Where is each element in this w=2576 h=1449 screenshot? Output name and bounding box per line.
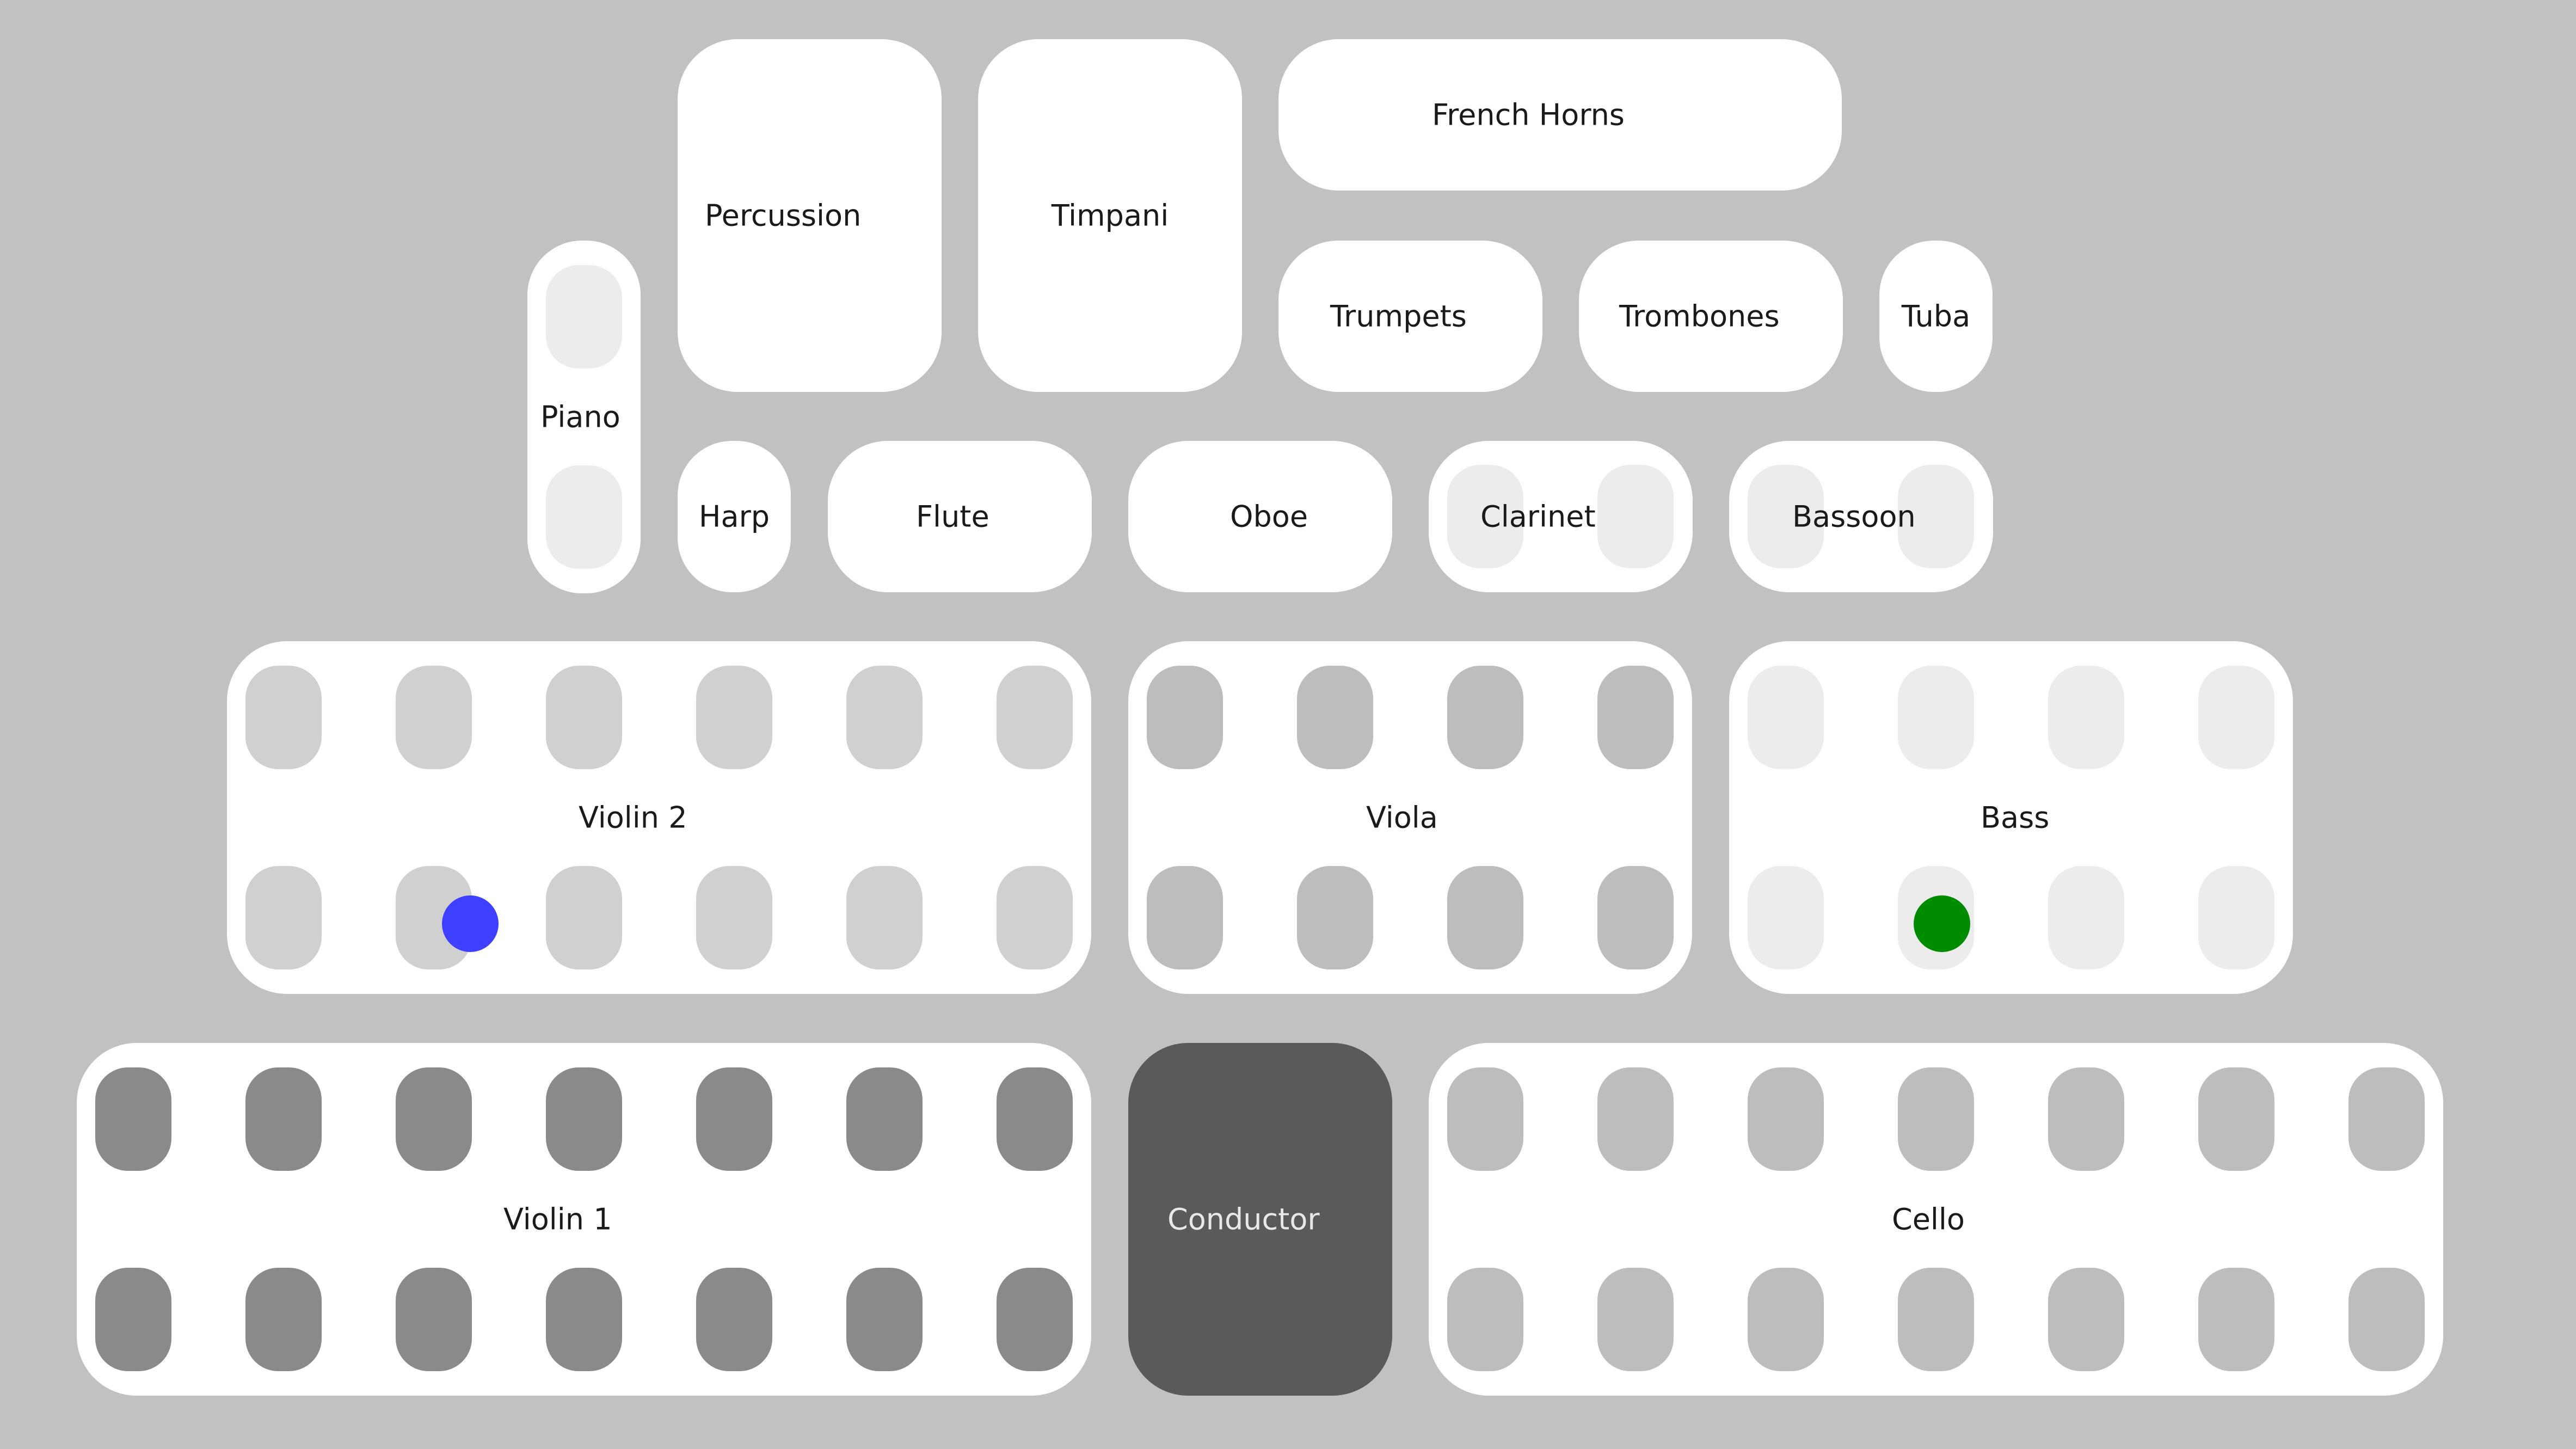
section-flute[interactable]: Flute [828,441,1092,592]
seat-bassoon-2[interactable] [1898,465,1974,568]
seat-violin1-r1-4[interactable] [546,1067,622,1171]
seat-viola-r2-4[interactable] [1597,866,1674,969]
section-clarinet[interactable]: Clarinet [1429,441,1693,592]
seat-cello-r2-1[interactable] [1447,1268,1523,1371]
section-harp[interactable]: Harp [678,441,791,592]
seat-violin2-r2-4[interactable] [696,866,772,969]
seat-piano-2[interactable] [546,465,622,569]
seat-cello-r2-7[interactable] [2348,1268,2425,1371]
seat-cello-r1-6[interactable] [2198,1067,2274,1171]
seat-violin1-r2-1[interactable] [95,1268,171,1371]
seat-cello-r1-3[interactable] [1748,1067,1824,1171]
seat-cello-r1-4[interactable] [1898,1067,1974,1171]
seat-cello-r1-7[interactable] [2348,1067,2425,1171]
seat-violin1-r1-5[interactable] [696,1067,772,1171]
section-trombones[interactable]: Trombones [1579,241,1843,392]
seat-viola-r2-3[interactable] [1447,866,1523,969]
seat-bass-r1-1[interactable] [1748,666,1824,769]
seat-violin2-r1-4[interactable] [696,666,772,769]
seat-cello-r1-5[interactable] [2048,1067,2124,1171]
seat-violin1-r2-5[interactable] [696,1268,772,1371]
seat-violin2-r2-6[interactable] [997,866,1073,969]
seat-bassoon-1[interactable] [1748,465,1824,568]
conductor-podium[interactable]: Conductor [1128,1043,1392,1396]
section-label-oboe: Oboe [1230,499,1308,534]
seat-violin2-r1-1[interactable] [245,666,322,769]
seat-cello-r2-6[interactable] [2198,1268,2274,1371]
seat-violin1-r1-6[interactable] [846,1067,923,1171]
section-violin2[interactable]: Violin 2 [227,641,1091,994]
section-label-harp: Harp [698,499,770,534]
seat-cello-r2-3[interactable] [1748,1268,1824,1371]
seat-violin1-r1-2[interactable] [245,1067,322,1171]
seat-cello-r1-1[interactable] [1447,1067,1523,1171]
section-label-piano: Piano [540,400,620,434]
seat-bass-r1-3[interactable] [2048,666,2124,769]
section-label-violin1: Violin 1 [503,1202,612,1237]
player-marker-green[interactable] [1914,895,1970,952]
seat-violin2-r1-2[interactable] [396,666,472,769]
section-label-trumpets: Trumpets [1330,299,1467,334]
seat-viola-r1-3[interactable] [1447,666,1523,769]
seat-violin1-r1-7[interactable] [997,1067,1073,1171]
section-label-french-horns: French Horns [1432,97,1625,132]
seat-violin1-r2-4[interactable] [546,1268,622,1371]
section-label-timpani: Timpani [1051,198,1169,233]
seat-violin1-r2-3[interactable] [396,1268,472,1371]
seat-viola-r2-2[interactable] [1297,866,1373,969]
section-violin1[interactable]: Violin 1 [77,1043,1091,1396]
seat-cello-r2-2[interactable] [1597,1268,1674,1371]
section-label-bass: Bass [1981,800,2050,835]
section-oboe[interactable]: Oboe [1128,441,1392,592]
seat-violin1-r1-1[interactable] [95,1067,171,1171]
section-label-trombones: Trombones [1619,299,1780,334]
player-marker-blue[interactable] [442,895,499,952]
section-cello[interactable]: Cello [1429,1043,2443,1396]
section-label-flute: Flute [916,499,989,534]
seat-violin1-r2-7[interactable] [997,1268,1073,1371]
seat-cello-r1-2[interactable] [1597,1067,1674,1171]
seat-viola-r1-4[interactable] [1597,666,1674,769]
section-bassoon[interactable]: Bassoon [1729,441,1993,592]
seat-viola-r1-1[interactable] [1147,666,1223,769]
seat-clarinet-2[interactable] [1597,465,1674,568]
section-piano[interactable]: Piano [527,241,641,593]
section-label-percussion: Percussion [705,198,862,233]
seat-violin1-r1-3[interactable] [396,1067,472,1171]
section-tuba[interactable]: Tuba [1879,241,1993,392]
section-label-cello: Cello [1892,1202,1965,1237]
seat-viola-r2-1[interactable] [1147,866,1223,969]
seat-violin2-r2-5[interactable] [846,866,923,969]
conductor-label: Conductor [1167,1202,1320,1237]
seat-bass-r1-2[interactable] [1898,666,1974,769]
seat-violin2-r1-5[interactable] [846,666,923,769]
section-label-tuba: Tuba [1901,299,1971,334]
seat-viola-r1-2[interactable] [1297,666,1373,769]
section-timpani[interactable]: Timpani [978,39,1242,392]
section-viola[interactable]: Viola [1128,641,1692,994]
seat-cello-r2-5[interactable] [2048,1268,2124,1371]
seat-violin2-r1-6[interactable] [997,666,1073,769]
seat-violin2-r2-1[interactable] [245,866,322,969]
orchestra-seating-map: Percussion Timpani French Horns Trumpets… [0,0,2576,1449]
seat-bass-r1-4[interactable] [2198,666,2274,769]
seat-violin1-r2-2[interactable] [245,1268,322,1371]
seat-clarinet-1[interactable] [1447,465,1523,568]
seat-piano-1[interactable] [546,265,622,369]
seat-bass-r2-3[interactable] [2048,866,2124,969]
seat-cello-r2-4[interactable] [1898,1268,1974,1371]
section-percussion[interactable]: Percussion [678,39,942,392]
section-trumpets[interactable]: Trumpets [1278,241,1542,392]
seat-violin2-r1-3[interactable] [546,666,622,769]
seat-violin1-r2-6[interactable] [846,1268,923,1371]
section-french-horns[interactable]: French Horns [1278,39,1842,191]
section-label-violin2: Violin 2 [579,800,687,835]
seat-bass-r2-1[interactable] [1748,866,1824,969]
seat-bass-r2-4[interactable] [2198,866,2274,969]
seat-violin2-r2-3[interactable] [546,866,622,969]
section-bass[interactable]: Bass [1729,641,2293,994]
section-label-viola: Viola [1366,800,1438,835]
